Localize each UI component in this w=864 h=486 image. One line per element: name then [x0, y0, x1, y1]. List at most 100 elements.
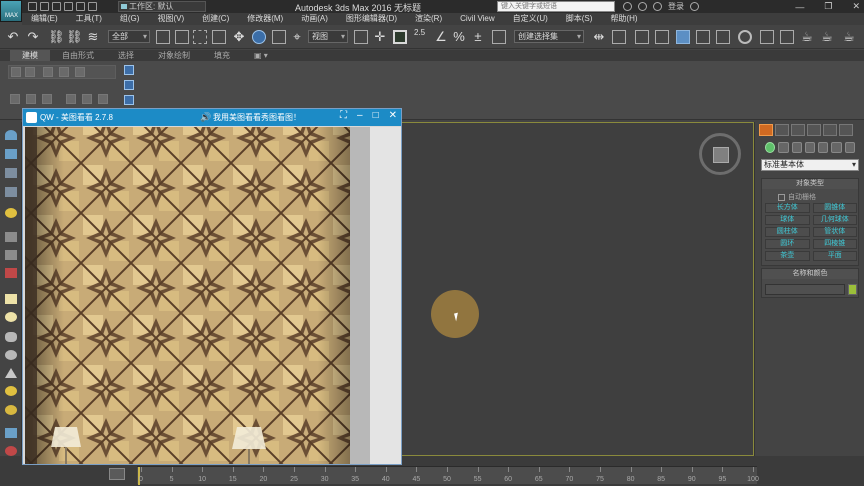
shape-icon[interactable] [5, 250, 17, 260]
track-bar[interactable]: 0 5 10 15 20 25 30 35 40 45 50 55 60 65 70 75 80 85 90 95 10… [137, 466, 759, 485]
maximize-icon[interactable]: □ [373, 110, 379, 121]
object-name-input[interactable] [765, 284, 845, 295]
sun-icon[interactable] [5, 386, 17, 396]
reference-coordinate-dropdown[interactable]: 视图 [308, 30, 348, 43]
pivot-center-icon[interactable] [354, 30, 368, 44]
rect-selection-icon[interactable] [193, 30, 207, 44]
save-icon[interactable] [52, 2, 61, 11]
viewcube-icon[interactable] [699, 133, 741, 175]
bind-space-warp-icon[interactable]: ≋ [86, 30, 100, 44]
object-color-swatch[interactable] [848, 284, 857, 295]
schematic-view-icon[interactable] [716, 30, 730, 44]
autogrid-option[interactable]: 自动栅格 [778, 192, 816, 202]
named-selection-dropdown[interactable]: 创建选择集 [514, 30, 584, 43]
helpers-icon[interactable] [818, 142, 829, 153]
ribbon-toggle-icon[interactable] [124, 95, 134, 105]
minimize-icon[interactable]: – [357, 110, 363, 121]
new-file-icon[interactable] [28, 2, 37, 11]
ribbon-tool-icon[interactable] [10, 94, 20, 104]
helper-icon[interactable] [5, 232, 17, 242]
modify-tab-icon[interactable] [775, 124, 789, 136]
space-warps-icon[interactable] [831, 142, 842, 153]
place-icon[interactable]: ⌖ [290, 30, 304, 44]
user-icon[interactable] [653, 2, 662, 11]
box-primitive-icon[interactable] [5, 294, 17, 304]
align-icon[interactable] [612, 30, 626, 44]
autogrid-checkbox[interactable] [778, 193, 785, 201]
menu-create[interactable]: 创建(C) [193, 13, 238, 25]
cone-primitive-icon[interactable] [5, 368, 17, 378]
login-link[interactable]: 登录 [668, 1, 684, 12]
keyboard-shortcut-toggle-icon[interactable] [393, 30, 407, 44]
unlink-icon[interactable]: ⛓ [66, 30, 83, 44]
ribbon-tool-icon[interactable] [98, 94, 108, 104]
viewer-title-bar[interactable]: QW - 美图看看 2.7.8 🔊 我用美图看看秀图看图！ ⛶ – □ ✕ [23, 109, 401, 126]
primitive-category-dropdown[interactable]: 标准基本体 [761, 159, 859, 171]
tab-modeling[interactable]: 建模 [10, 50, 50, 61]
percent-snap-icon[interactable]: % [452, 30, 466, 44]
lights-icon[interactable] [791, 142, 802, 153]
menu-scripting[interactable]: 脚本(S) [557, 13, 602, 25]
tab-freeform[interactable]: 自由形式 [50, 50, 106, 61]
pyramid-button[interactable]: 四棱锥 [812, 239, 857, 249]
close-icon[interactable]: ✕ [852, 1, 860, 12]
plane-button[interactable]: 平面 [812, 251, 857, 261]
workspace-dropdown[interactable]: 工作区: 默认 [118, 1, 206, 12]
torus-button[interactable]: 圆环 [765, 239, 810, 249]
minimize-icon[interactable]: — [795, 2, 804, 12]
toggle-scene-explorer-icon[interactable] [635, 30, 649, 44]
ribbon-tool-icon[interactable] [59, 67, 69, 77]
rotate-icon[interactable] [252, 30, 266, 44]
particle-icon[interactable] [5, 428, 17, 438]
ribbon-tool-icon[interactable] [11, 67, 21, 77]
scene-icon[interactable] [5, 149, 17, 159]
ribbon-options-icon[interactable]: ▣ ▾ [242, 50, 280, 61]
favorites-icon[interactable] [638, 2, 647, 11]
edit-named-selection-icon[interactable] [492, 30, 506, 44]
time-slider-thumb[interactable] [109, 468, 125, 480]
move-icon[interactable]: ✥ [232, 30, 246, 44]
redo-icon[interactable] [76, 2, 85, 11]
light-icon[interactable] [5, 208, 17, 218]
ribbon-tool-icon[interactable] [75, 67, 85, 77]
select-by-name-icon[interactable] [175, 30, 189, 44]
torus-primitive-icon[interactable] [5, 350, 17, 360]
render-activeshade-icon[interactable]: ☕ [842, 30, 856, 44]
object-type-title[interactable]: 对象类型 [762, 179, 858, 189]
cylinder-button[interactable]: 圆柱体 [765, 227, 810, 237]
paint-icon[interactable] [5, 446, 17, 456]
select-manipulate-icon[interactable]: ✛ [373, 30, 387, 44]
tube-button[interactable]: 管状体 [812, 227, 857, 237]
close-icon[interactable]: ✕ [389, 110, 397, 121]
name-color-title[interactable]: 名称和颜色 [762, 269, 858, 279]
menu-tools[interactable]: 工具(T) [67, 13, 111, 25]
help-icon[interactable] [690, 2, 699, 11]
selection-filter-dropdown[interactable]: 全部 [108, 30, 150, 43]
space-warp-icon[interactable] [5, 268, 17, 278]
display-tab-icon[interactable] [823, 124, 837, 136]
rendered-frame-window-icon[interactable] [780, 30, 794, 44]
cameras-icon[interactable] [804, 142, 816, 153]
render-iterative-icon[interactable]: ☕ [820, 30, 834, 44]
menu-rendering[interactable]: 渲染(R) [406, 13, 451, 25]
image-viewer-window[interactable]: QW - 美图看看 2.7.8 🔊 我用美图看看秀图看图！ ⛶ – □ ✕ [22, 108, 402, 465]
hierarchy-tab-icon[interactable] [791, 124, 805, 136]
shapes-icon[interactable] [778, 142, 789, 153]
wall-pattern-photo[interactable] [25, 127, 350, 464]
cone-button[interactable]: 圆锥体 [812, 203, 857, 213]
snap-toggle-label[interactable]: 2.5 [414, 28, 425, 37]
list-icon[interactable] [5, 187, 17, 197]
ribbon-tool-icon[interactable] [25, 67, 35, 77]
menu-civil-view[interactable]: Civil View [451, 13, 504, 25]
app-logo-icon[interactable]: MAX [0, 0, 22, 22]
menu-views[interactable]: 视图(V) [148, 13, 193, 25]
viewcube-face[interactable] [713, 147, 729, 163]
menu-animation[interactable]: 动画(A) [292, 13, 337, 25]
select-object-icon[interactable] [156, 30, 170, 44]
tab-populate[interactable]: 填充 [202, 50, 242, 61]
scale-icon[interactable] [272, 30, 286, 44]
toggle-ribbon-icon[interactable] [676, 30, 690, 44]
tab-selection[interactable]: 选择 [106, 50, 146, 61]
teapot-button[interactable]: 茶壶 [765, 251, 810, 261]
redo-icon[interactable]: ↷ [26, 30, 40, 44]
